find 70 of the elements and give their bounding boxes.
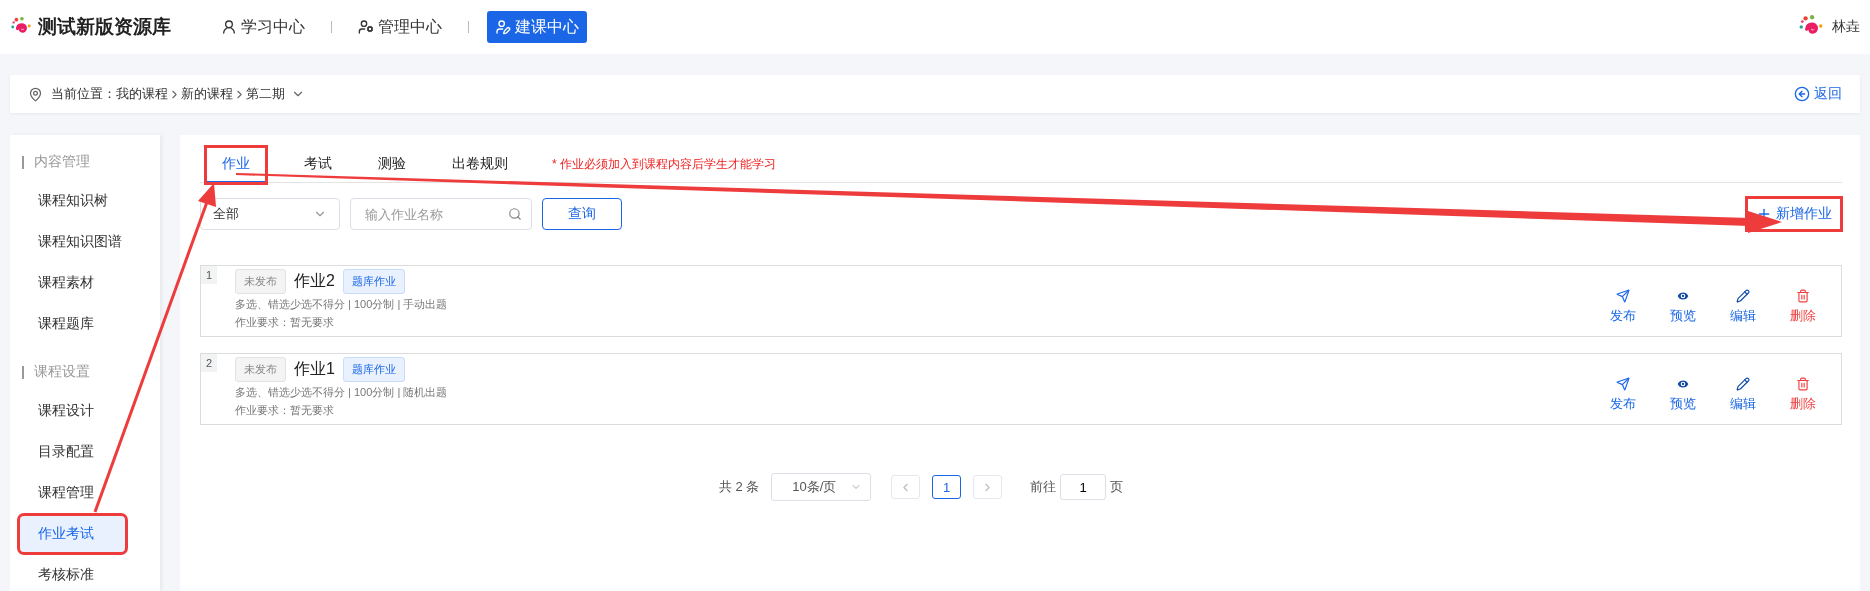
type-tag: 题库作业: [342, 357, 405, 382]
status-tag: 未发布: [235, 269, 286, 294]
sidebar-item[interactable]: 作业考试: [20, 516, 125, 552]
sidebar-item[interactable]: 目录配置: [20, 434, 150, 470]
status-tag: 未发布: [235, 357, 286, 382]
sidebar-item[interactable]: 课程知识图谱: [20, 224, 150, 260]
location-icon: [28, 86, 43, 102]
publish-button[interactable]: 发布: [1603, 289, 1643, 325]
tab[interactable]: 作业: [206, 146, 266, 183]
notice-text: * 作业必须加入到课程内容后学生才能学习: [552, 156, 776, 173]
goto-label: 前往: [1030, 478, 1057, 496]
page-size-select[interactable]: 10条/页: [771, 473, 872, 501]
breadcrumb-link[interactable]: 新的课程: [181, 85, 233, 103]
pencil-icon: [1736, 377, 1750, 391]
assignment-requirement: 作业要求：暂无要求: [235, 315, 335, 330]
assignment-requirement: 作业要求：暂无要求: [235, 403, 335, 418]
app-title: 测试新版资源库: [38, 15, 171, 39]
query-button[interactable]: 查询: [542, 198, 622, 230]
next-page-button[interactable]: [973, 475, 1003, 499]
type-tag: 题库作业: [342, 269, 405, 294]
assignment-title: 作业2: [294, 271, 335, 291]
trash-icon: [1796, 289, 1810, 303]
user-icon: [221, 19, 237, 35]
tab[interactable]: 测验: [370, 146, 414, 183]
trash-icon: [1796, 377, 1810, 391]
tab[interactable]: 考试: [296, 146, 340, 183]
sidebar-item[interactable]: 课程知识树: [20, 183, 150, 219]
publish-button[interactable]: 发布: [1603, 377, 1643, 413]
delete-button[interactable]: 删除: [1783, 289, 1823, 325]
assignment-meta: 多选、错选少选不得分 | 100分制 | 随机出题: [235, 385, 448, 400]
prev-page-button[interactable]: [891, 475, 921, 499]
sidebar-item[interactable]: 课程素材: [20, 265, 150, 301]
breadcrumb-link[interactable]: 我的课程: [116, 85, 168, 103]
sidebar-group-title: 内容管理: [34, 153, 90, 171]
page-suffix: 页: [1110, 478, 1124, 496]
search-icon: [508, 207, 522, 221]
nav-tab[interactable]: 学习中心: [213, 11, 313, 43]
sidebar-item[interactable]: 课程管理: [20, 475, 150, 511]
nav-tab[interactable]: 管理中心: [350, 11, 450, 43]
back-link[interactable]: 返回: [1794, 85, 1842, 103]
preview-button[interactable]: 预览: [1663, 377, 1703, 413]
row-index: 1: [201, 266, 217, 284]
preview-button[interactable]: 预览: [1663, 289, 1703, 325]
row-index: 2: [201, 354, 217, 372]
assignment-title: 作业1: [294, 359, 335, 379]
search-field[interactable]: 输入作业名称: [350, 198, 532, 230]
eye-icon: [1676, 289, 1690, 303]
delete-button[interactable]: 删除: [1783, 377, 1823, 413]
sidebar-item[interactable]: 考核标准: [20, 557, 150, 591]
user-name[interactable]: 林垚: [1832, 18, 1860, 36]
sidebar-item[interactable]: 课程设计: [20, 393, 150, 429]
page-button[interactable]: 1: [932, 475, 962, 499]
breadcrumb-link[interactable]: 第二期: [246, 85, 285, 103]
pencil-icon: [1736, 289, 1750, 303]
sidebar-item[interactable]: 课程题库: [20, 306, 150, 342]
add-assignment-button[interactable]: 新增作业: [1746, 197, 1842, 231]
total-count: 共 2 条: [718, 478, 760, 496]
nav-tab[interactable]: 建课中心: [487, 11, 587, 43]
eye-icon: [1676, 377, 1690, 391]
user-gear-icon: [358, 19, 374, 35]
tab[interactable]: 出卷规则: [444, 146, 516, 183]
paper-plane-icon: [1616, 377, 1630, 391]
breadcrumb-label: 当前位置：: [51, 85, 116, 103]
edit-button[interactable]: 编辑: [1723, 289, 1763, 325]
edit-button[interactable]: 编辑: [1723, 377, 1763, 413]
sidebar-group-title: 课程设置: [34, 363, 90, 381]
goto-page-field[interactable]: 1: [1060, 474, 1107, 500]
user-pen-icon: [495, 19, 511, 35]
paper-plane-icon: [1616, 289, 1630, 303]
assignment-meta: 多选、错选少选不得分 | 100分制 | 手动出题: [235, 297, 448, 312]
